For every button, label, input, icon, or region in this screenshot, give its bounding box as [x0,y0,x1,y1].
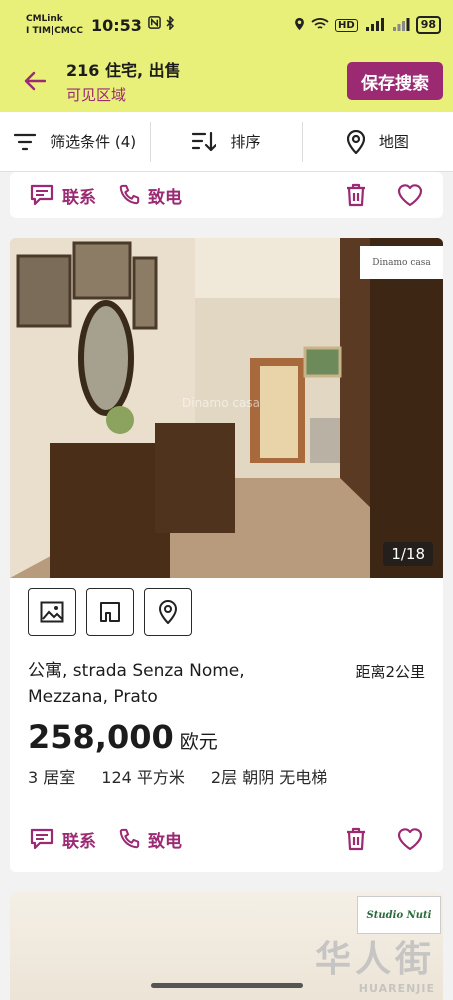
visible-area-link[interactable]: 可见区域 [66,84,181,105]
site-watermark-latin: HUARENJIE [358,982,435,995]
listing-card-previous[interactable]: 联系 致电 [10,172,443,218]
contact-label: 联系 [62,831,96,852]
listing-features: 3 居室 124 平方米 2层 朝阴 无电梯 [10,756,443,788]
app-header: 216 住宅, 出售 可见区域 保存搜索 [0,50,453,112]
filter-label: 筛选条件 (4) [50,133,137,151]
contact-button[interactable]: 联系 [30,827,96,852]
location-button[interactable] [144,588,192,636]
photo-watermark: Dinamo casa [182,396,260,410]
agency-logo-next-text: Studio Nuti [366,909,432,921]
card-actions: 联系 致电 [10,172,443,218]
photos-button[interactable] [28,588,76,636]
floorplan-button[interactable] [86,588,134,636]
listing-price: 258,000 [28,718,174,756]
save-search-button[interactable]: 保存搜索 [347,62,443,100]
page-title: 216 住宅, 出售 [66,61,181,80]
battery-indicator: 98 [415,16,441,34]
carrier-line-2: I TIM|CMCC [26,26,83,36]
chat-icon [30,828,54,850]
carrier-info: CMLink I TIM|CMCC [26,13,83,37]
back-button[interactable] [22,68,48,94]
agency-logo-text: Dinamo casa [372,257,431,268]
signal-5g-icon [364,17,386,34]
image-icon [40,601,64,623]
floorplan-icon [100,602,120,622]
map-label: 地图 [378,133,409,151]
status-icons-right: HD 98 [294,16,441,34]
wifi-icon [311,17,329,34]
phone-icon [119,184,140,205]
media-buttons [10,578,443,636]
clock: 10:53 [90,15,142,35]
site-watermark-text: 华人街 [314,938,435,980]
listing-title-row: 公寓, strada Senza Nome, Mezzana, Prato 距离… [10,636,443,710]
map-pin-icon [346,129,365,154]
feature-area: 124 平方米 [101,768,185,787]
nfc-icon [148,16,161,34]
call-label: 致电 [148,187,182,208]
favorite-heart-icon[interactable] [397,183,423,207]
listing-photo[interactable]: Dinamo casa Dinamo casa 1/18 [10,238,443,578]
agency-logo: Dinamo casa [360,246,443,279]
location-icon [294,17,305,34]
sort-icon [192,131,217,151]
back-arrow-icon [24,71,46,91]
phone-icon [119,828,140,849]
gesture-nav-handle[interactable] [151,983,303,988]
card-actions: 联系 致电 [10,816,443,862]
carrier-line-1: CMLink [26,14,63,24]
location-pin-icon [159,600,177,624]
filter-icon [14,133,37,150]
card-actions-right [345,183,423,207]
sort-label: 排序 [230,133,261,151]
photo-counter: 1/18 [383,542,433,566]
listing-distance: 距离2公里 [355,663,425,681]
card-actions-right [345,827,423,851]
chat-icon [30,184,54,206]
status-bar: CMLink I TIM|CMCC 10:53 HD 98 [0,0,453,50]
favorite-heart-icon[interactable] [397,827,423,851]
site-watermark: 华人街 HUARENJIE [315,930,435,995]
listing-currency: 欧元 [179,731,218,753]
feature-floor: 2层 朝阴 无电梯 [210,768,328,787]
contact-label: 联系 [62,187,96,208]
status-icons-left [148,15,175,34]
agency-logo-next: Studio Nuti [357,896,441,934]
sort-button[interactable]: 排序 [151,122,301,162]
hide-trash-icon[interactable] [345,183,367,207]
header-text: 216 住宅, 出售 可见区域 [66,57,181,105]
hd-icon: HD [335,18,358,32]
listing-card[interactable]: Dinamo casa Dinamo casa 1/18 公寓, strada … [10,238,443,872]
signal-icon [392,17,410,34]
price-row: 258,000 欧元 [10,710,443,756]
feature-rooms: 3 居室 [28,768,76,787]
filter-button[interactable]: 筛选条件 (4) [0,122,150,162]
call-label: 致电 [148,831,182,852]
contact-button[interactable]: 联系 [30,183,96,208]
listing-title[interactable]: 公寓, strada Senza Nome, Mezzana, Prato [28,658,328,710]
hide-trash-icon[interactable] [345,827,367,851]
filter-toolbar: 筛选条件 (4) 排序 地图 [0,112,453,172]
call-button[interactable]: 致电 [118,183,182,208]
call-button[interactable]: 致电 [118,827,182,852]
map-button[interactable]: 地图 [303,122,453,162]
bluetooth-icon [165,15,175,34]
